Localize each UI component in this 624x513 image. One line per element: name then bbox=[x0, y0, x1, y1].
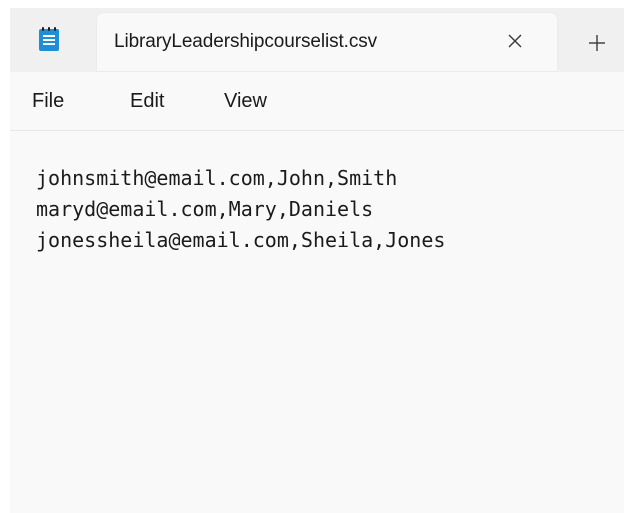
editor-line: jonessheila@email.com,Sheila,Jones bbox=[36, 228, 446, 252]
notepad-icon bbox=[38, 26, 60, 52]
title-bar: LibraryLeadershipcourselist.csv bbox=[10, 8, 624, 72]
notepad-window: LibraryLeadershipcourselist.csv File Edi… bbox=[10, 8, 624, 513]
tab-title: LibraryLeadershipcourselist.csv bbox=[114, 31, 378, 52]
text-editor[interactable]: johnsmith@email.com,John,Smith maryd@emai… bbox=[10, 131, 624, 513]
menu-item-view[interactable]: View bbox=[218, 86, 273, 117]
tab-active-file[interactable]: LibraryLeadershipcourselist.csv bbox=[96, 12, 558, 72]
editor-line: maryd@email.com,Mary,Daniels bbox=[36, 197, 374, 221]
menu-item-edit[interactable]: Edit bbox=[124, 86, 170, 117]
editor-line: johnsmith@email.com,John,Smith bbox=[36, 166, 398, 190]
plus-icon[interactable] bbox=[580, 26, 614, 60]
menu-item-file[interactable]: File bbox=[26, 86, 70, 117]
menu-bar: File Edit View bbox=[10, 72, 624, 131]
editor-content[interactable]: johnsmith@email.com,John,Smith maryd@emai… bbox=[36, 163, 445, 256]
close-icon[interactable] bbox=[498, 24, 532, 58]
